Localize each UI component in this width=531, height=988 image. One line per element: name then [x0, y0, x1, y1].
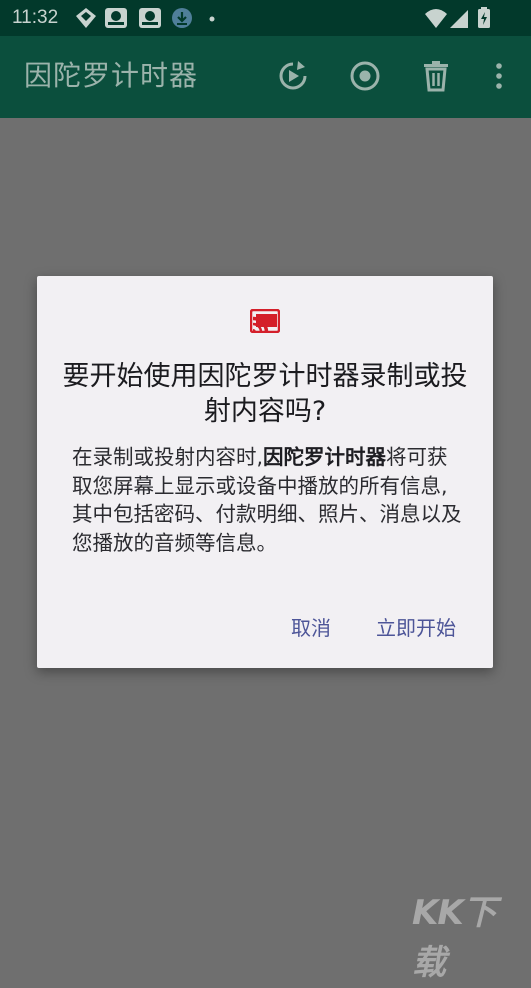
notification-image-icon-2 [139, 8, 161, 28]
dialog-message-prefix: 在录制或投射内容时, [72, 445, 264, 469]
app-title: 因陀罗计时器 [24, 59, 199, 92]
record-icon[interactable] [348, 59, 382, 93]
screen-capture-permission-dialog: 要开始使用因陀罗计时器录制或投射内容吗? 在录制或投射内容时,因陀罗计时器将可获… [37, 276, 493, 668]
battery-icon [478, 7, 490, 28]
status-bar: 11:32 [0, 0, 531, 36]
replay-icon[interactable] [276, 59, 310, 93]
more-vert-icon[interactable] [482, 59, 516, 93]
dialog-message: 在录制或投射内容时,因陀罗计时器将可获取您屏幕上显示或设备中播放的所有信息,其中… [72, 443, 467, 557]
status-time: 11:32 [12, 7, 59, 28]
notification-image-icon [105, 8, 127, 28]
app-bar: 因陀罗计时器 [0, 36, 531, 118]
more-notifications-dot [209, 16, 215, 22]
wifi-icon [425, 9, 447, 28]
cast-icon [250, 309, 280, 333]
watermark-logo: KK下载 [412, 893, 497, 983]
delete-icon[interactable] [419, 59, 453, 93]
dialog-message-app-name: 因陀罗计时器 [263, 445, 387, 469]
notification-app-icon [76, 8, 96, 28]
dialog-title: 要开始使用因陀罗计时器录制或投射内容吗? [62, 361, 468, 427]
signal-icon [450, 10, 468, 28]
cancel-button[interactable]: 取消 [287, 614, 335, 642]
start-now-button[interactable]: 立即开始 [372, 614, 460, 642]
download-icon [172, 8, 192, 28]
